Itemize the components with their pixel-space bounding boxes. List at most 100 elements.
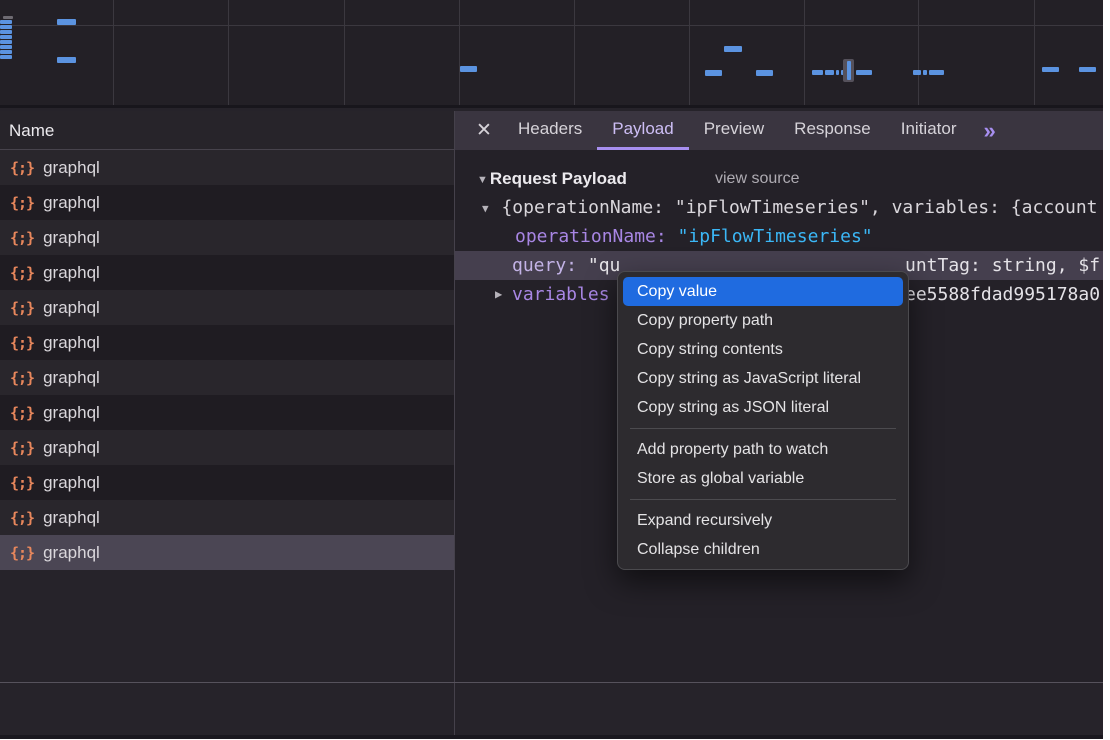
devtools-network-panel: Name {;}graphql{;}graphql{;}graphql{;}gr… [0,0,1103,739]
request-row[interactable]: {;} graphql [0,500,454,535]
timeline-request-bar [0,30,12,34]
timeline-hover-marker-bar [847,61,851,80]
request-rows: {;} graphql {;} graphql {;} graphql {;} graphql… [0,150,454,570]
tab-payload[interactable]: Payload [597,111,688,150]
request-payload-section-header: ▼Request Payload view source [455,165,1103,193]
timeline-request-bar [0,55,12,59]
json-braces-icon: {;} [10,194,34,212]
json-braces-icon: {;} [10,159,34,177]
request-name-label: graphql [43,508,100,528]
timeline-request-bar [0,50,12,54]
devtools-screenshot: Name {;}graphql{;}graphql{;}graphql{;}gr… [0,0,1110,740]
json-braces-icon: {;} [10,334,34,352]
name-column-header[interactable]: Name [0,111,454,150]
menu-item-copy-value[interactable]: Copy value [623,277,903,306]
json-braces-icon: {;} [10,264,34,282]
timeline-request-bar [1042,67,1059,72]
menu-separator [630,428,896,429]
query-key-value-fragment: query: "qu [512,251,620,280]
json-braces-icon: {;} [10,474,34,492]
property-value: "ipFlowTimeseries" [678,226,873,247]
timeline-gridline [228,0,229,105]
timeline-request-bar [923,70,927,75]
timeline-gridline [1034,0,1035,105]
timeline-request-bar [0,35,12,39]
property-key: operationName: [515,226,667,247]
menu-item-copy-string-contents[interactable]: Copy string contents [623,335,903,364]
timeline-gridline [689,0,690,105]
request-name-label: graphql [43,403,100,423]
json-braces-icon: {;} [10,299,34,317]
network-overview-timeline[interactable] [0,0,1103,108]
timeline-gridline [918,0,919,105]
close-icon[interactable]: ✕ [465,111,503,150]
menu-item-add-property-path-to-watch[interactable]: Add property path to watch [623,435,903,464]
request-row[interactable]: {;} graphql [0,325,454,360]
request-row[interactable]: {;} graphql [0,535,454,570]
request-name-label: graphql [43,438,100,458]
request-row[interactable]: {;}graphql [0,465,454,500]
timeline-request-bar [812,70,823,75]
timeline-request-bar [57,19,76,25]
menu-item-copy-string-as-javascript-literal[interactable]: Copy string as JavaScript literal [623,364,903,393]
request-name-label: graphql [43,543,100,563]
menu-item-copy-string-as-json-literal[interactable]: Copy string as JSON literal [623,393,903,422]
request-name-label: graphql [43,263,100,283]
timeline-request-bar [0,25,12,29]
request-row[interactable]: {;}graphql [0,430,454,465]
menu-item-store-as-global-variable[interactable]: Store as global variable [623,464,903,493]
tab-initiator[interactable]: Initiator [886,111,972,150]
tab-response[interactable]: Response [779,111,886,150]
timeline-request-bar [724,46,742,52]
timeline-gridline [344,0,345,105]
menu-item-collapse-children[interactable]: Collapse children [623,535,903,564]
request-row[interactable]: {;} graphql [0,150,454,185]
json-braces-icon: {;} [10,509,34,527]
collapse-triangle-icon[interactable]: ▼ [477,166,488,194]
json-braces-icon: {;} [10,544,34,562]
request-row[interactable]: {;} graphql [0,255,454,290]
timeline-gridline [113,0,114,105]
property-key: variables [512,280,610,309]
timeline-request-bar [825,70,834,75]
timeline-gridline [459,0,460,105]
timeline-request-bar [57,57,76,63]
timeline-gridline [804,0,805,105]
operation-name-row[interactable]: operationName: "ipFlowTimeseries" [455,222,1103,251]
request-name-label: graphql [43,228,100,248]
timeline-request-bar [460,66,477,72]
timeline-gridline [574,0,575,105]
request-row[interactable]: {;}graphql [0,360,454,395]
request-row[interactable]: {;} graphql [0,395,454,430]
request-name-label: graphql [43,333,100,353]
timeline-request-bar [0,45,12,49]
json-braces-icon: {;} [10,369,34,387]
timeline-request-bar [1079,67,1096,72]
timeline-request-bar [856,70,872,75]
timeline-request-bar [836,70,839,75]
footer-divider [0,682,1103,683]
view-source-link[interactable]: view source [715,165,799,193]
bottom-edge-bar [0,735,1103,739]
more-tabs-icon[interactable]: » [971,111,1007,150]
tab-preview[interactable]: Preview [689,111,779,150]
expand-triangle-icon[interactable]: ▶ [495,280,502,309]
json-braces-icon: {;} [10,404,34,422]
payload-root-row[interactable]: ▼ {operationName: "ipFlowTimeseries", va… [455,193,1103,222]
request-row[interactable]: {;} graphql [0,185,454,220]
menu-item-copy-property-path[interactable]: Copy property path [623,306,903,335]
collapse-triangle-icon[interactable]: ▼ [482,194,489,223]
request-row[interactable]: {;}graphql [0,290,454,325]
tab-headers[interactable]: Headers [503,111,597,150]
timeline-request-bar [705,70,722,76]
timeline-request-bar [0,20,12,24]
section-title: Request Payload [490,169,627,188]
timeline-request-bar [0,40,12,44]
request-name-label: graphql [43,193,100,213]
timeline-request-bar [929,70,944,75]
request-list-panel: Name {;}graphql{;}graphql{;}graphql{;}gr… [0,111,454,682]
menu-item-expand-recursively[interactable]: Expand recursively [623,506,903,535]
menu-separator [630,499,896,500]
request-row[interactable]: {;}graphql [0,220,454,255]
request-name-label: graphql [43,158,100,178]
